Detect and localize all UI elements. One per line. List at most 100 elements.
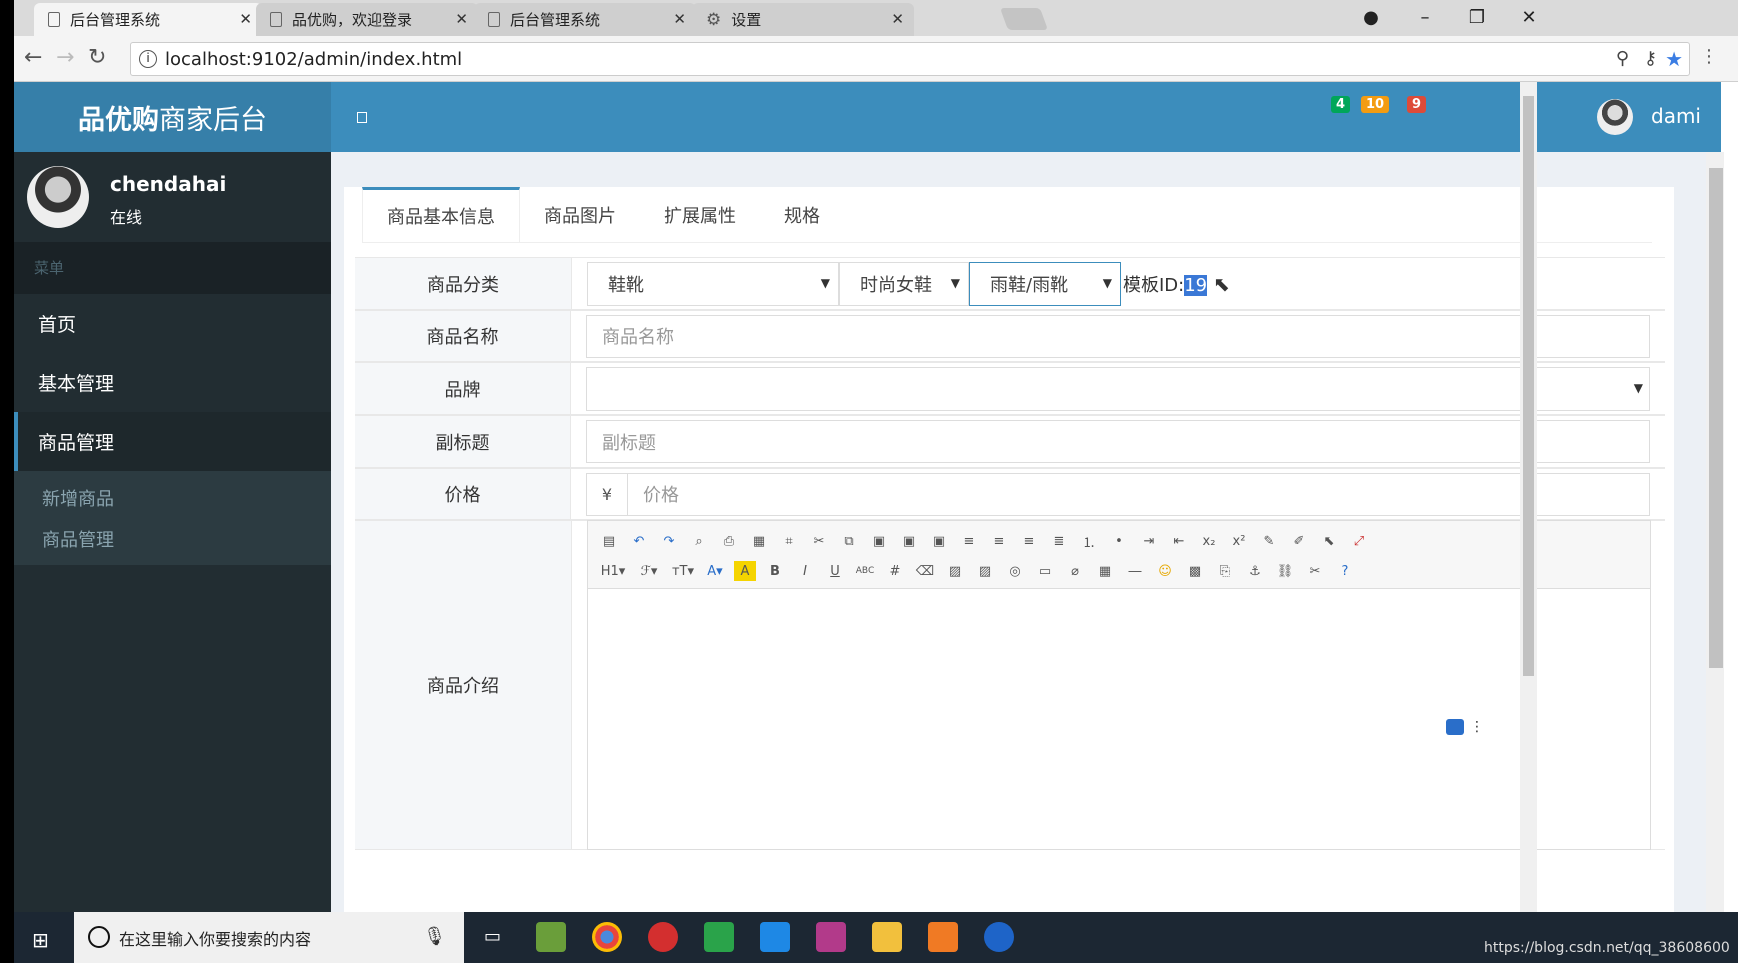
notifications-badge[interactable]: 10 [1361,96,1390,113]
emoticon-icon[interactable]: ☺ [1154,561,1176,581]
outdent-icon[interactable]: ⇤ [1168,531,1190,551]
category2-select[interactable]: 时尚女鞋 ▼ [839,261,969,306]
attachment-icon[interactable]: ⌀ [1064,561,1086,581]
line-height-icon[interactable]: # [884,561,906,581]
floating-widget[interactable]: ⋮ [1446,719,1484,735]
app-icon-red[interactable] [648,922,678,952]
new-tab-button[interactable] [999,8,1049,30]
goods-name-input[interactable]: 商品名称 [586,314,1650,358]
app-icon-green[interactable] [704,922,734,952]
menu-icon[interactable]: ⋮ [1700,46,1718,67]
indent-icon[interactable]: ⇥ [1138,531,1160,551]
close-icon[interactable]: ✕ [239,10,252,28]
browser-tab-admin-2[interactable]: 后台管理系统 ✕ [474,3,696,36]
file-explorer-icon[interactable] [872,922,902,952]
font-family-icon[interactable]: ℱ▾ [636,561,662,581]
highlight-icon[interactable]: A [734,561,756,581]
intellij-icon[interactable] [816,922,846,952]
task-view-icon[interactable]: ▭ [484,926,501,947]
avatar[interactable] [1597,99,1633,135]
flash-icon[interactable]: ◎ [1004,561,1026,581]
close-icon[interactable]: ✕ [891,10,904,28]
map-icon[interactable]: ▩ [1184,561,1206,581]
image-icon[interactable]: ▨ [944,561,966,581]
font-size-icon[interactable]: тT▾ [670,561,696,581]
close-window-icon[interactable]: ✕ [1504,0,1554,34]
clear-format-icon[interactable]: ✎ [1258,531,1280,551]
microphone-icon[interactable]: 🎙 [423,926,446,947]
font-color-icon[interactable]: A▾ [704,561,726,581]
template-icon[interactable]: ▦ [748,531,770,551]
tasks-badge[interactable]: 9 [1407,96,1427,113]
scrollbar-thumb[interactable] [1709,168,1723,668]
quick-format-icon[interactable]: ✐ [1288,531,1310,551]
sidebar-toggle-icon[interactable] [357,112,367,123]
code-icon[interactable]: ⌗ [778,531,800,551]
table-icon[interactable]: ▦ [1094,561,1116,581]
unordered-list-icon[interactable]: • [1108,531,1130,551]
app-icon[interactable] [536,922,566,952]
paste-icon[interactable]: ▣ [868,531,890,551]
messages-badge[interactable]: 4 [1331,96,1351,113]
minimize-icon[interactable]: – [1400,0,1450,34]
superscript-icon[interactable]: x² [1228,531,1250,551]
preview-icon[interactable]: ⌕ [688,531,710,551]
media-icon[interactable]: ▭ [1034,561,1056,581]
print-icon[interactable]: ⎙ [718,531,740,551]
url-input[interactable]: i localhost:9102/admin/index.html ⚲ ⚷ ★ [130,42,1690,76]
align-right-icon[interactable]: ≡ [1018,531,1040,551]
browser-tab-settings[interactable]: ⚙ 设置 ✕ [692,3,914,36]
browser-tab-admin[interactable]: 后台管理系统 ✕ [34,3,262,36]
source-icon[interactable]: ▤ [598,531,620,551]
pdf-icon[interactable] [928,922,958,952]
paste-text-icon[interactable]: ▣ [898,531,920,551]
star-icon[interactable]: ★ [1665,47,1683,71]
content-scrollbar[interactable] [1706,152,1724,912]
profile-icon[interactable]: ● [1346,0,1396,34]
page-break-icon[interactable]: ⎘ [1214,561,1236,581]
app-icon-arrow[interactable] [984,922,1014,952]
tab-extended-attrs[interactable]: 扩展属性 [640,187,760,242]
select-all-icon[interactable]: ⬉ [1318,531,1340,551]
close-icon[interactable]: ✕ [673,10,686,28]
forward-icon[interactable]: → [56,45,74,70]
help-icon[interactable]: ? [1334,561,1356,581]
subtitle-input[interactable]: 副标题 [586,420,1650,463]
eraser-icon[interactable]: ⌫ [914,561,936,581]
windows-start-icon[interactable]: ⊞ [32,928,49,952]
taskbar-search[interactable]: 在这里输入你要搜索的内容 🎙 [74,912,464,963]
rich-text-editor[interactable]: ▤ ↶ ↷ ⌕ ⎙ ▦ ⌗ ✂ ⧉ ▣ ▣ ▣ ≡ ≡ ≡ ≣ ⒈ • ⇥ ⇤ … [587,520,1651,850]
fullscreen-icon[interactable]: ⤢ [1348,531,1370,551]
key-icon[interactable]: ⚷ [1644,48,1657,69]
app-icon-blue[interactable] [760,922,790,952]
sidebar-item-goods[interactable]: 商品管理 [14,412,331,471]
align-center-icon[interactable]: ≡ [988,531,1010,551]
multi-image-icon[interactable]: ▨ [974,561,996,581]
anchor-icon[interactable]: ⚓ [1244,561,1266,581]
brand-logo[interactable]: 品优购 商家后台 [14,82,331,152]
scrollbar-thumb[interactable] [1523,96,1534,676]
align-left-icon[interactable]: ≡ [958,531,980,551]
tab-images[interactable]: 商品图片 [520,187,640,242]
info-icon[interactable]: i [139,50,157,68]
bold-icon[interactable]: B [764,561,786,581]
underline-icon[interactable]: U [824,561,846,581]
link-icon[interactable]: ⛓ [1274,561,1296,581]
redo-icon[interactable]: ↷ [658,531,680,551]
paste-word-icon[interactable]: ▣ [928,531,950,551]
browser-tab-login[interactable]: 品优购，欢迎登录 ✕ [256,3,478,36]
close-icon[interactable]: ✕ [455,10,468,28]
category1-select[interactable]: 鞋靴 ▼ [587,261,839,306]
tab-basic-info[interactable]: 商品基本信息 [362,187,520,242]
header-username[interactable]: dami [1651,104,1701,128]
brand-select[interactable]: ▼ [586,366,1650,411]
cut-icon[interactable]: ✂ [808,531,830,551]
undo-icon[interactable]: ↶ [628,531,650,551]
ordered-list-icon[interactable]: ⒈ [1078,531,1100,551]
chrome-icon[interactable] [592,922,622,952]
tab-specs[interactable]: 规格 [760,187,844,242]
restore-icon[interactable]: ❐ [1452,0,1502,34]
strikethrough-icon[interactable]: ABC [854,561,876,581]
price-input[interactable]: 价格 [628,472,1650,516]
page-scrollbar[interactable] [1520,82,1537,912]
